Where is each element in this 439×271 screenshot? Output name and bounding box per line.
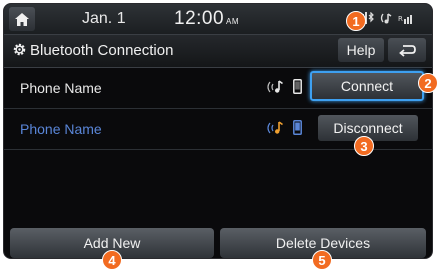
connect-button[interactable]: Connect xyxy=(310,71,424,101)
status-bar: Jan. 1 12:00 AM R xyxy=(4,4,432,35)
page-title: Bluetooth Connection xyxy=(30,42,174,59)
clock-display: 12:00 AM xyxy=(174,8,239,30)
home-button[interactable] xyxy=(9,7,35,31)
audio-streaming-icon xyxy=(267,80,283,93)
clock-time: 12:00 xyxy=(174,8,225,29)
home-icon xyxy=(15,12,29,26)
back-button[interactable] xyxy=(388,38,426,62)
callout-marker: 1 xyxy=(346,11,366,31)
device-row[interactable]: Phone Name Connect xyxy=(4,68,432,109)
gear-icon xyxy=(13,43,26,56)
back-arrow-icon xyxy=(399,45,416,57)
clock-ampm: AM xyxy=(226,17,240,26)
network-signal-icon: R xyxy=(398,15,412,24)
callout-marker: 2 xyxy=(418,73,438,93)
callout-marker: 5 xyxy=(312,250,332,270)
callout-marker: 4 xyxy=(102,250,122,270)
audio-stream-status-icon xyxy=(380,13,392,24)
svg-text:R: R xyxy=(398,15,403,23)
device-name: Phone Name xyxy=(20,121,102,137)
phone-icon xyxy=(293,120,302,135)
device-name: Phone Name xyxy=(20,80,102,96)
title-bar: Bluetooth Connection Help xyxy=(4,35,432,68)
head-unit-screen: Jan. 1 12:00 AM R Bluetooth Connection H… xyxy=(3,3,433,259)
callout-marker: 3 xyxy=(354,136,374,156)
date-display: Jan. 1 xyxy=(82,10,126,27)
audio-streaming-icon xyxy=(267,121,283,134)
help-button[interactable]: Help xyxy=(338,38,384,62)
phone-icon xyxy=(293,79,302,94)
